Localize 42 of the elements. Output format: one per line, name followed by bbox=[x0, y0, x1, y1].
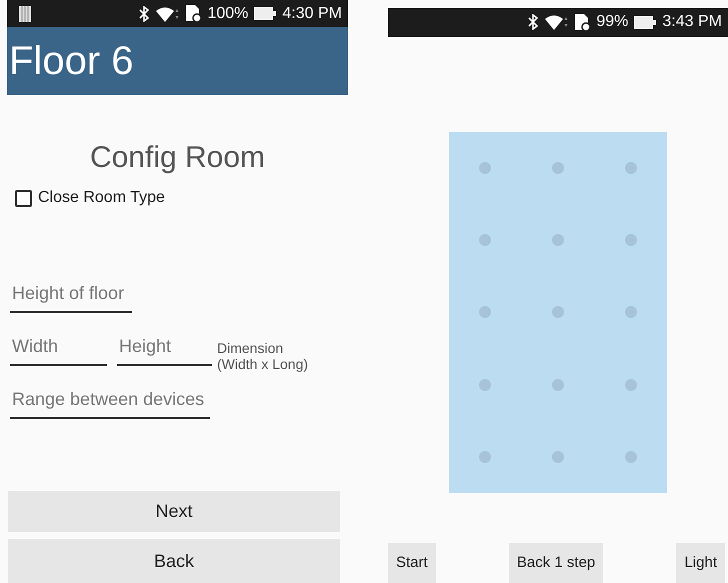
wifi-icon bbox=[544, 14, 568, 30]
device-dot bbox=[624, 234, 637, 246]
device-dot bbox=[479, 162, 492, 174]
button[interactable]: Back bbox=[8, 539, 340, 583]
battery-text: 100% bbox=[207, 4, 248, 24]
device-dot bbox=[552, 378, 564, 391]
device-dot bbox=[479, 306, 492, 318]
checkbox-label: Close Room Type bbox=[38, 188, 165, 208]
button[interactable]: Back 1 step bbox=[508, 543, 604, 583]
bluetooth-icon bbox=[139, 6, 150, 22]
button[interactable]: Light bbox=[676, 543, 725, 583]
clock-text: 4:30 PM bbox=[282, 4, 342, 24]
title-text: Floor 6 bbox=[9, 41, 134, 82]
device-dot bbox=[624, 162, 637, 174]
notification-icon bbox=[19, 6, 31, 22]
device-dot bbox=[624, 378, 637, 391]
device-dot bbox=[624, 450, 637, 463]
input-field[interactable]: Height of floor bbox=[10, 280, 132, 314]
dimension-label: Dimension (Width x Long) bbox=[217, 340, 308, 372]
checkbox[interactable] bbox=[15, 190, 32, 207]
battery-icon bbox=[254, 7, 276, 20]
battery-text: 99% bbox=[596, 12, 628, 32]
bluetooth-icon bbox=[528, 14, 538, 30]
input-field[interactable]: Width bbox=[10, 333, 107, 366]
wifi-icon bbox=[155, 6, 180, 22]
input-field[interactable]: Height bbox=[117, 333, 212, 366]
sd-card-icon bbox=[574, 14, 590, 31]
device-dot bbox=[552, 234, 564, 246]
device-dot bbox=[552, 162, 564, 174]
device-dot bbox=[479, 378, 492, 391]
button[interactable]: Start bbox=[388, 543, 436, 583]
device-dot bbox=[624, 306, 637, 318]
device-dot bbox=[479, 234, 492, 246]
sd-card-icon bbox=[185, 5, 202, 22]
clock-text: 3:43 PM bbox=[662, 12, 722, 32]
device-dot bbox=[552, 450, 564, 463]
battery-icon bbox=[634, 16, 656, 29]
device-dot bbox=[552, 306, 564, 318]
device-dot bbox=[479, 450, 492, 463]
button[interactable]: Next bbox=[8, 491, 340, 532]
input-field[interactable]: Range between devices bbox=[10, 386, 210, 420]
heading-text: Config Room bbox=[88, 140, 266, 176]
